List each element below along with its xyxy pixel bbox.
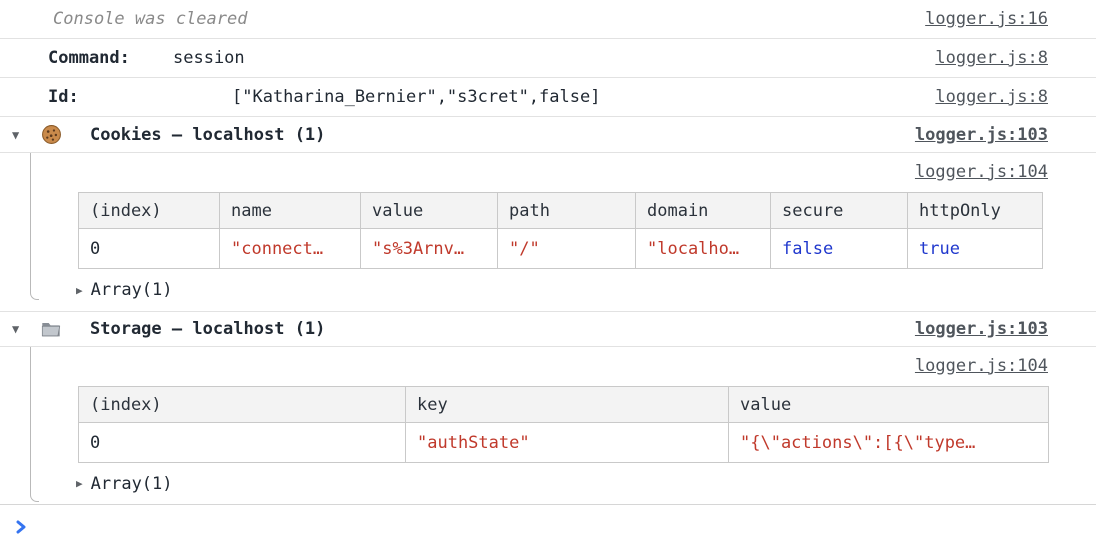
cookie-icon — [40, 124, 62, 146]
table-row: 0 "authState" "{\"actions\":[{\"type… — [79, 423, 1049, 463]
table-source-row: logger.js:104 — [0, 153, 1096, 190]
column-header[interactable]: key — [406, 387, 729, 423]
column-header[interactable]: value — [729, 387, 1049, 423]
expand-triangle-icon[interactable]: ▶ — [76, 478, 83, 489]
cookies-table: (index) name value path domain secure ht… — [78, 192, 1043, 269]
source-link[interactable]: logger.js:16 — [925, 9, 1048, 29]
column-header[interactable]: (index) — [79, 193, 220, 229]
storage-table: (index) key value 0 "authState" "{\"acti… — [78, 386, 1049, 463]
source-link[interactable]: logger.js:8 — [935, 48, 1048, 68]
source-link[interactable]: logger.js:103 — [915, 319, 1048, 339]
cell-path: "/" — [498, 229, 636, 269]
column-header[interactable]: domain — [636, 193, 771, 229]
disclosure-triangle-icon[interactable]: ▼ — [12, 323, 26, 335]
array-expandable[interactable]: ▶ Array(1) — [0, 463, 1096, 504]
cleared-text: Console was cleared — [53, 9, 247, 29]
table-header-row: (index) key value — [79, 387, 1049, 423]
group-header-cookies[interactable]: ▼ Cookies – localhost (1) logger.js:103 — [0, 117, 1096, 153]
array-label: Array(1) — [91, 280, 173, 300]
group-title: Storage – localhost (1) — [90, 319, 325, 339]
tree-guide-line — [30, 347, 39, 502]
column-header[interactable]: value — [361, 193, 498, 229]
cell-httponly: true — [908, 229, 1043, 269]
group-title: Cookies – localhost (1) — [90, 125, 325, 145]
group-content-cookies: logger.js:104 (index) name value path do… — [0, 153, 1096, 311]
console-message-cleared: Console was cleared logger.js:16 — [0, 0, 1096, 39]
disclosure-triangle-icon[interactable]: ▼ — [12, 129, 26, 141]
command-value: session — [173, 48, 245, 68]
id-label: Id: — [48, 87, 232, 107]
command-label: Command: — [48, 48, 173, 68]
expand-triangle-icon[interactable]: ▶ — [76, 285, 83, 296]
column-header[interactable]: path — [498, 193, 636, 229]
cell-index: 0 — [79, 229, 220, 269]
cell-index: 0 — [79, 423, 406, 463]
cell-name: "connect… — [220, 229, 361, 269]
source-link[interactable]: logger.js:104 — [915, 162, 1048, 182]
prompt-chevron-icon — [13, 519, 29, 535]
folder-icon — [40, 318, 62, 340]
table-header-row: (index) name value path domain secure ht… — [79, 193, 1043, 229]
cell-value: "{\"actions\":[{\"type… — [729, 423, 1049, 463]
cell-key: "authState" — [406, 423, 729, 463]
cell-secure: false — [771, 229, 908, 269]
table-row: 0 "connect… "s%3Arnv… "/" "localho… fals… — [79, 229, 1043, 269]
group-content-storage: logger.js:104 (index) key value 0 "authS… — [0, 347, 1096, 504]
source-link[interactable]: logger.js:103 — [915, 125, 1048, 145]
console-message-id: Id: ["Katharina_Bernier","s3cret",false]… — [0, 78, 1096, 117]
console-message-command: Command: session logger.js:8 — [0, 39, 1096, 78]
array-expandable[interactable]: ▶ Array(1) — [0, 269, 1096, 311]
devtools-console: Console was cleared logger.js:16 Command… — [0, 0, 1096, 548]
column-header[interactable]: (index) — [79, 387, 406, 423]
tree-guide-line — [30, 153, 39, 300]
group-header-storage[interactable]: ▼ Storage – localhost (1) logger.js:103 — [0, 311, 1096, 347]
column-header[interactable]: httpOnly — [908, 193, 1043, 229]
id-value: ["Katharina_Bernier","s3cret",false] — [232, 87, 600, 107]
source-link[interactable]: logger.js:104 — [915, 356, 1048, 376]
cell-value: "s%3Arnv… — [361, 229, 498, 269]
column-header[interactable]: name — [220, 193, 361, 229]
cell-domain: "localho… — [636, 229, 771, 269]
console-prompt[interactable] — [0, 504, 1096, 549]
source-link[interactable]: logger.js:8 — [935, 87, 1048, 107]
array-label: Array(1) — [91, 474, 173, 494]
table-source-row: logger.js:104 — [0, 347, 1096, 384]
column-header[interactable]: secure — [771, 193, 908, 229]
